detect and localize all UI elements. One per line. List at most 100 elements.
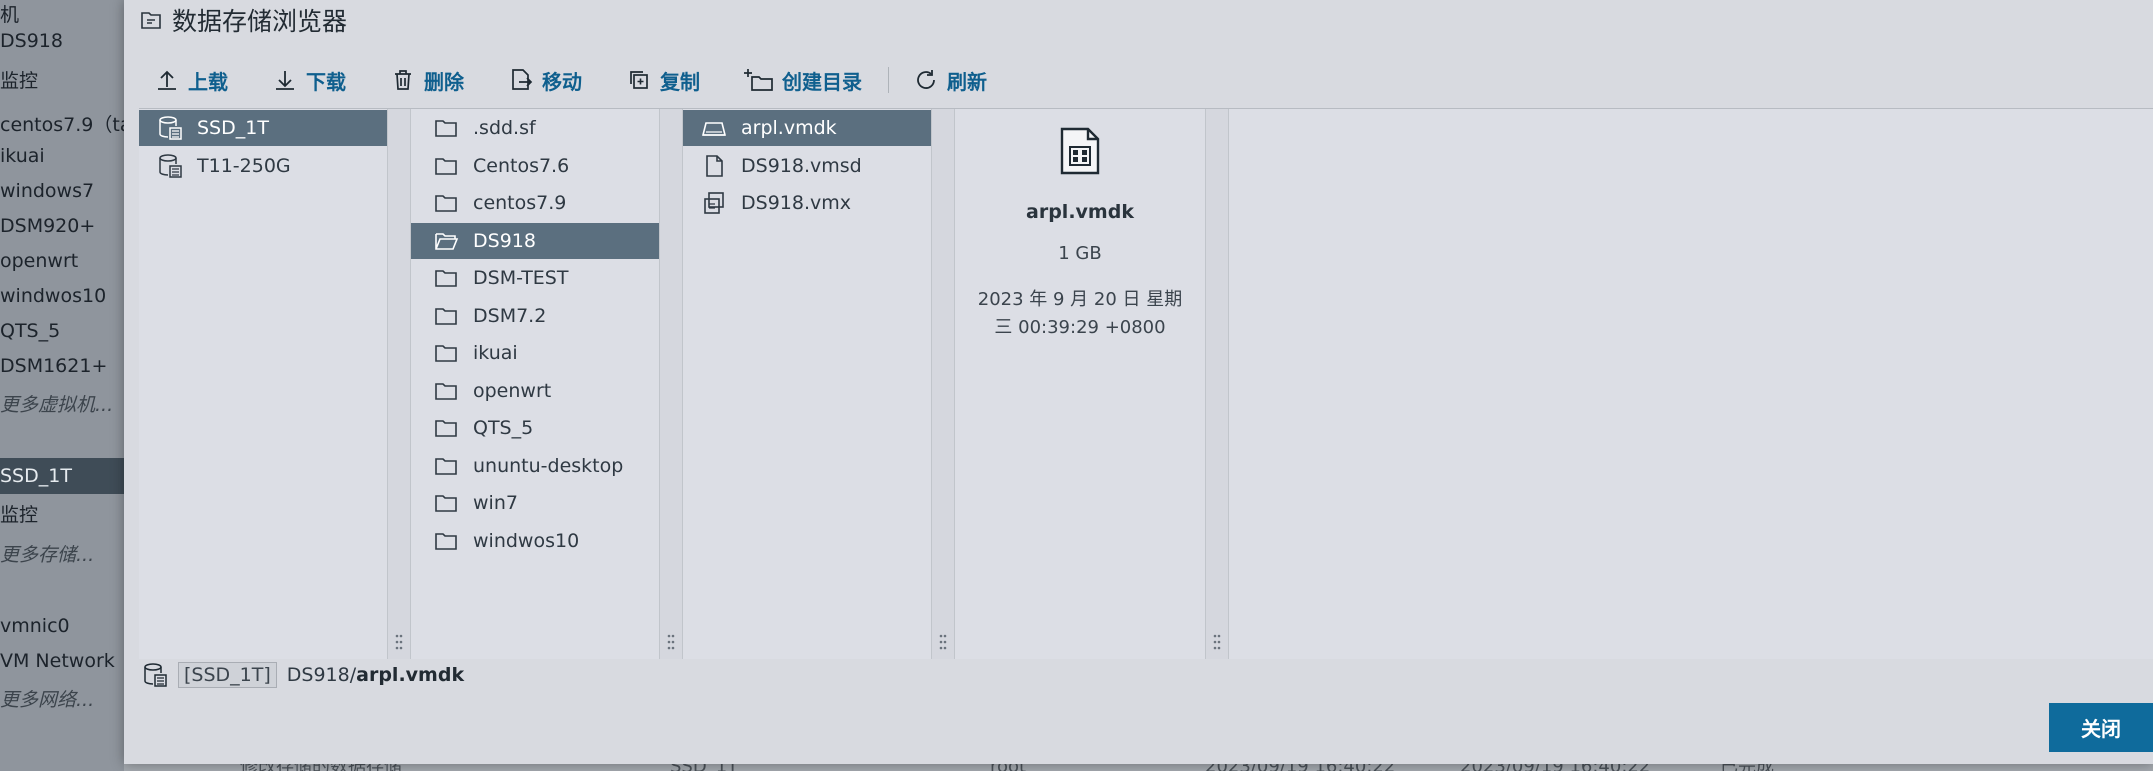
list-item[interactable]: DS918.vmx (683, 185, 931, 221)
list-item[interactable]: ununtu-desktop (411, 448, 659, 484)
list-item[interactable]: openwrt (411, 373, 659, 409)
dialog-title: 数据存储浏览器 (172, 7, 348, 36)
copy-label: 复制 (660, 69, 700, 94)
datastore-browser-icon (141, 12, 161, 29)
folder-icon (435, 195, 457, 212)
list-item-label: ununtu-desktop (473, 454, 624, 477)
list-item-label: centos7.9 (473, 192, 567, 214)
folder-open-icon (435, 232, 459, 250)
background-sidebar-item: DSM920+ (0, 215, 96, 237)
refresh-button[interactable]: 刷新 (913, 60, 987, 100)
copy-icon (630, 71, 648, 89)
dialog-header: 数据存储浏览器 (140, 4, 347, 36)
list-item[interactable]: QTS_5 (411, 410, 659, 446)
list-item-label: ikuai (473, 342, 518, 364)
folder-icon (435, 457, 457, 475)
background-sidebar-item: vmnic0 (0, 615, 70, 637)
pane-resize-handle[interactable] (660, 109, 683, 659)
list-item-label: DS918 (473, 229, 536, 252)
list-item[interactable]: ikuai (411, 335, 659, 371)
upload-button[interactable]: 上载 (154, 60, 228, 100)
datastore-icon (159, 116, 182, 140)
list-item[interactable]: T11-250G (139, 148, 387, 184)
list-item[interactable]: SSD_1T (139, 110, 387, 146)
pane-resize-handle[interactable] (388, 109, 411, 659)
list-item-label: .sdd.sf (473, 117, 536, 139)
list-item[interactable]: Centos7.6 (411, 148, 659, 184)
list-item[interactable]: windwos10 (411, 523, 659, 559)
background-sidebar-item: 更多网络... (0, 689, 95, 711)
disk-icon (701, 122, 727, 136)
path-bar: [SSD_1T] DS918/arpl.vmdk (142, 660, 464, 690)
list-item[interactable]: .sdd.sf (411, 110, 659, 146)
background-sidebar-item: 监控 (0, 504, 39, 526)
folder-icon (435, 495, 457, 512)
detail-modified-date: 2023 年 9 月 20 日 星期三 00:39:29 +0800 (977, 289, 1183, 338)
folder-icon (435, 157, 457, 175)
list-item[interactable]: centos7.9 (411, 185, 659, 221)
pane-resize-handle[interactable] (1206, 109, 1229, 659)
create-directory-label: 创建目录 (782, 69, 862, 94)
download-icon (276, 71, 294, 90)
list-item-label: Centos7.6 (473, 154, 570, 177)
detail-file-size: 1 GB (1058, 243, 1102, 264)
list-item[interactable]: arpl.vmdk (683, 110, 931, 146)
path-folder: DS918/ (286, 664, 357, 686)
background-sidebar-item: 更多存储... (0, 544, 95, 566)
background-sidebar-item: 更多虚拟机... (0, 394, 114, 416)
list-item[interactable]: DS918 (411, 222, 659, 259)
browser-toolbar: 上载 下载 删除 移动 复制 创建目录 刷新 (154, 60, 1031, 100)
background-sidebar-item: DSM1621+ (0, 355, 108, 377)
detail-file-name: arpl.vmdk (1026, 201, 1134, 223)
list-item[interactable]: DSM-TEST (411, 260, 659, 296)
delete-button[interactable]: 删除 (390, 60, 464, 100)
move-button[interactable]: 移动 (508, 60, 582, 100)
list-item-label: DS918.vmx (741, 192, 851, 214)
list-item-label: DS918.vmsd (741, 154, 862, 177)
close-button[interactable]: 关闭 (2049, 703, 2153, 752)
background-sidebar-item: windwos10 (0, 285, 107, 307)
background-sidebar-item: windows7 (0, 180, 95, 202)
trash-icon (395, 70, 411, 90)
list-item[interactable]: DS918.vmsd (683, 148, 931, 184)
list-item-label: QTS_5 (473, 417, 534, 439)
list-item-label: T11-250G (197, 154, 291, 177)
folder-icon (435, 270, 457, 287)
background-sidebar: 机 DS918 监控 centos7.9（tail ikuai windows7 DSM92… (0, 0, 124, 771)
folder-icon (435, 345, 457, 362)
list-item-label: arpl.vmdk (741, 117, 837, 139)
list-item-label: win7 (473, 492, 518, 514)
folder-list: .sdd.sf Centos7.6 centos7.9 DS918 DSM-TEST DS… (411, 109, 660, 659)
refresh-label: 刷新 (947, 69, 987, 94)
list-item-label: openwrt (473, 379, 552, 402)
list-item[interactable]: win7 (411, 485, 659, 521)
pane-resize-handle[interactable] (932, 109, 955, 659)
folder-icon (435, 420, 457, 437)
background-sidebar-item: DS918 (0, 30, 63, 52)
download-button[interactable]: 下载 (272, 60, 346, 100)
grip-icon (667, 634, 675, 650)
list-item-label: DSM7.2 (473, 304, 547, 327)
list-item-label: windwos10 (473, 529, 580, 552)
list-item[interactable]: DSM7.2 (411, 298, 659, 334)
move-icon (512, 69, 533, 90)
delete-label: 删除 (424, 69, 464, 94)
folder-icon (435, 120, 457, 137)
grip-icon (939, 634, 947, 650)
datastore-icon (159, 153, 182, 178)
list-item-label: SSD_1T (197, 117, 269, 139)
create-directory-button[interactable]: 创建目录 (744, 60, 862, 100)
file-list: arpl.vmdk DS918.vmsd DS918.vmx (683, 109, 932, 659)
grip-icon (1213, 634, 1221, 650)
upload-icon (158, 70, 176, 90)
background-sidebar-item: SSD_1T (0, 458, 124, 494)
folder-icon (435, 307, 457, 325)
download-label: 下载 (306, 69, 346, 94)
file-details: arpl.vmdk 1 GB 2023 年 9 月 20 日 星期三 00:39… (955, 109, 1206, 659)
background-sidebar-item: QTS_5 (0, 320, 61, 342)
copy-button[interactable]: 复制 (626, 60, 700, 100)
background-sidebar-item: centos7.9（tail (0, 114, 124, 136)
file-icon (706, 154, 723, 177)
upload-label: 上载 (188, 69, 228, 94)
grip-icon (395, 634, 403, 650)
